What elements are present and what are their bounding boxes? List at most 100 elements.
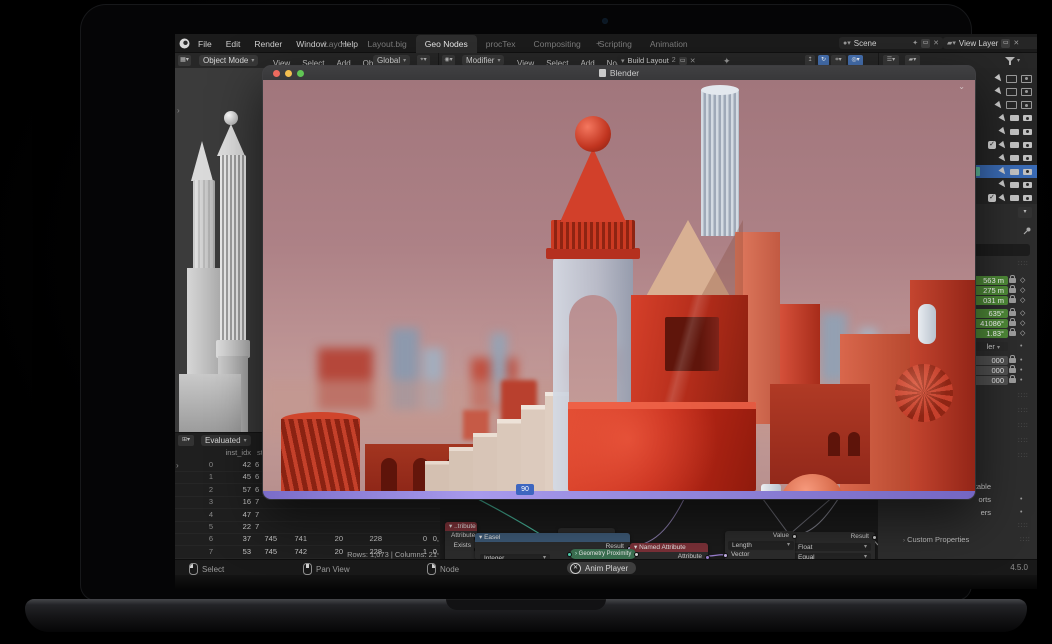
row-expand-icon[interactable]: › bbox=[176, 461, 179, 470]
hide-render-icon[interactable] bbox=[1021, 88, 1032, 96]
tab-layout[interactable]: Layout bbox=[315, 35, 359, 53]
unlink-scene-icon[interactable]: ✕ bbox=[933, 39, 939, 47]
collection-checkbox[interactable]: ✓ bbox=[988, 194, 996, 202]
parent-snap-icon[interactable]: ↥ bbox=[805, 55, 815, 66]
hide-render-icon[interactable] bbox=[1023, 169, 1032, 175]
panel-grip[interactable]: :::: bbox=[1020, 538, 1032, 542]
render-window-titlebar[interactable]: Blender bbox=[263, 66, 975, 81]
selectable-icon[interactable] bbox=[998, 154, 1007, 163]
panel-grip[interactable]: :::: bbox=[1018, 439, 1030, 443]
lock-icon[interactable] bbox=[1009, 288, 1016, 293]
length-dropdown[interactable]: Length▾ bbox=[728, 541, 794, 550]
tab-layout-big[interactable]: Layout.big bbox=[359, 35, 416, 53]
collection-checkbox[interactable]: ✓ bbox=[988, 141, 996, 149]
tab-proctex[interactable]: procTex bbox=[477, 35, 525, 53]
remove-view-layer-icon[interactable]: ✕ bbox=[1013, 39, 1019, 47]
spreadsheet-editor-icon[interactable]: ⊞▾ bbox=[178, 435, 194, 446]
hide-viewport-icon[interactable] bbox=[1010, 142, 1019, 148]
lock-icon[interactable] bbox=[1009, 378, 1016, 383]
panel-grip[interactable]: :::: bbox=[1018, 454, 1030, 458]
animate-dot-icon[interactable]: • bbox=[1020, 342, 1022, 351]
node-header[interactable]: ▾ ..tribute bbox=[445, 522, 477, 531]
new-scene-button[interactable]: ▭ bbox=[921, 39, 930, 48]
keyframe-diamond-icon[interactable]: ◇ bbox=[1020, 309, 1025, 318]
named-attribute-node-left[interactable]: ▾ ..tribute Attribute Exists bbox=[445, 522, 477, 560]
tab-compositing[interactable]: Compositing bbox=[525, 35, 590, 53]
animate-dot-icon[interactable]: • bbox=[1020, 508, 1022, 517]
selectable-icon[interactable] bbox=[994, 100, 1003, 109]
lock-icon[interactable] bbox=[1009, 321, 1016, 326]
animate-dot-icon[interactable]: • bbox=[1020, 495, 1022, 504]
selectable-icon[interactable] bbox=[998, 194, 1007, 203]
selectable-icon[interactable] bbox=[998, 180, 1007, 189]
selectable-icon[interactable] bbox=[998, 127, 1007, 136]
selectable-icon[interactable] bbox=[998, 140, 1007, 149]
hide-viewport-icon[interactable] bbox=[1006, 75, 1017, 83]
new-node-tree-button[interactable]: ▭ bbox=[679, 57, 687, 65]
menu-render[interactable]: Render bbox=[247, 35, 289, 53]
keyframe-diamond-icon[interactable]: ◇ bbox=[1020, 296, 1025, 305]
node-context-dropdown[interactable]: Modifier▾ bbox=[462, 55, 504, 66]
node-tree-selector[interactable]: ▾ Build Layout 2 ▭ ✕ bbox=[617, 55, 723, 66]
viewport-editor-type-icon[interactable]: ▦▾ bbox=[178, 55, 191, 66]
float-dropdown[interactable]: Float▾ bbox=[794, 543, 871, 551]
lock-icon[interactable] bbox=[1009, 331, 1016, 336]
lock-icon[interactable] bbox=[1009, 298, 1016, 303]
anim-player-job[interactable]: ✕ Anim Player bbox=[567, 562, 636, 574]
lock-icon[interactable] bbox=[1009, 278, 1016, 283]
hide-viewport-icon[interactable] bbox=[1006, 101, 1017, 109]
selectable-icon[interactable] bbox=[994, 74, 1003, 83]
animate-dot-icon[interactable]: • bbox=[1020, 366, 1022, 375]
hide-render-icon[interactable] bbox=[1023, 182, 1032, 188]
node-header[interactable]: ▾ Easel bbox=[475, 533, 630, 542]
keyframe-diamond-icon[interactable]: ◇ bbox=[1020, 276, 1025, 285]
menu-edit[interactable]: Edit bbox=[219, 35, 248, 53]
panel-grip[interactable]: :::: bbox=[1018, 409, 1030, 413]
keyframe-diamond-icon[interactable]: ◇ bbox=[1020, 319, 1025, 328]
outliner-display-mode-icon[interactable]: ☰▾ bbox=[883, 55, 899, 66]
hide-render-icon[interactable] bbox=[1023, 129, 1032, 135]
view-layer-selector[interactable]: ▰▾ View Layer ▭ ✕ bbox=[943, 37, 1037, 49]
hide-render-icon[interactable] bbox=[1021, 75, 1032, 83]
filter-dropdown-icon[interactable]: ▾ bbox=[1017, 57, 1020, 64]
keyframe-diamond-icon[interactable]: ◇ bbox=[1020, 329, 1025, 338]
hide-viewport-icon[interactable] bbox=[1010, 129, 1019, 135]
panel-grip[interactable]: :::: bbox=[1018, 424, 1030, 428]
animate-dot-icon[interactable]: • bbox=[1020, 376, 1022, 385]
pin-id-icon[interactable] bbox=[1023, 226, 1032, 235]
tab-geo-nodes[interactable]: Geo Nodes bbox=[416, 35, 477, 53]
geometry-proximity-node[interactable]: › Geometry Proximity bbox=[570, 549, 636, 559]
column-header-inst-idx[interactable]: inst_idx bbox=[211, 448, 251, 457]
snap-dropdown-icon[interactable]: ⌖▾ bbox=[417, 55, 430, 66]
panel-grip[interactable]: :::: bbox=[1018, 394, 1030, 398]
custom-properties-panel[interactable]: › Custom Properties :::: bbox=[878, 534, 1037, 547]
pin-icon[interactable]: ✦ bbox=[912, 39, 918, 47]
snapping-dropdown-icon[interactable]: ⌗▾ bbox=[831, 55, 846, 66]
menu-file[interactable]: File bbox=[191, 35, 219, 53]
hide-render-icon[interactable] bbox=[1023, 142, 1032, 148]
selectable-icon[interactable] bbox=[998, 167, 1007, 176]
dataset-dropdown[interactable]: Evaluated▾ bbox=[201, 435, 251, 446]
vector-math-node[interactable]: Value Length▾ Vector bbox=[725, 531, 795, 560]
transform-orientation-dropdown[interactable]: Global▾ bbox=[373, 55, 410, 66]
hide-render-icon[interactable] bbox=[1023, 155, 1032, 161]
hide-render-icon[interactable] bbox=[1023, 115, 1032, 121]
animate-dot-icon[interactable]: • bbox=[1020, 356, 1022, 365]
cancel-job-icon[interactable]: ✕ bbox=[570, 563, 581, 574]
hide-viewport-icon[interactable] bbox=[1006, 88, 1017, 96]
named-attribute-node[interactable]: ▾ Named Attribute Attribute bbox=[630, 543, 708, 560]
compare-node[interactable]: Result Float▾ Equal▾ bbox=[790, 532, 875, 560]
hide-render-icon[interactable] bbox=[1021, 101, 1032, 109]
hide-viewport-icon[interactable] bbox=[1010, 155, 1019, 161]
hide-viewport-icon[interactable] bbox=[1010, 169, 1019, 175]
object-mode-dropdown[interactable]: Object Mode▾ bbox=[199, 55, 258, 66]
lock-icon[interactable] bbox=[1009, 311, 1016, 316]
render-view-collapse-icon[interactable]: ⌄ bbox=[958, 82, 965, 91]
selectable-icon[interactable] bbox=[994, 87, 1003, 96]
hide-viewport-icon[interactable] bbox=[1010, 182, 1019, 188]
scene-selector[interactable]: ●▾ Scene ✦ ▭ ✕ bbox=[839, 37, 943, 49]
lock-icon[interactable] bbox=[1009, 368, 1016, 373]
hide-viewport-icon[interactable] bbox=[1010, 115, 1019, 121]
selectable-icon[interactable] bbox=[998, 114, 1007, 123]
overlay-dropdown-icon[interactable]: ◎▾ bbox=[848, 55, 863, 66]
